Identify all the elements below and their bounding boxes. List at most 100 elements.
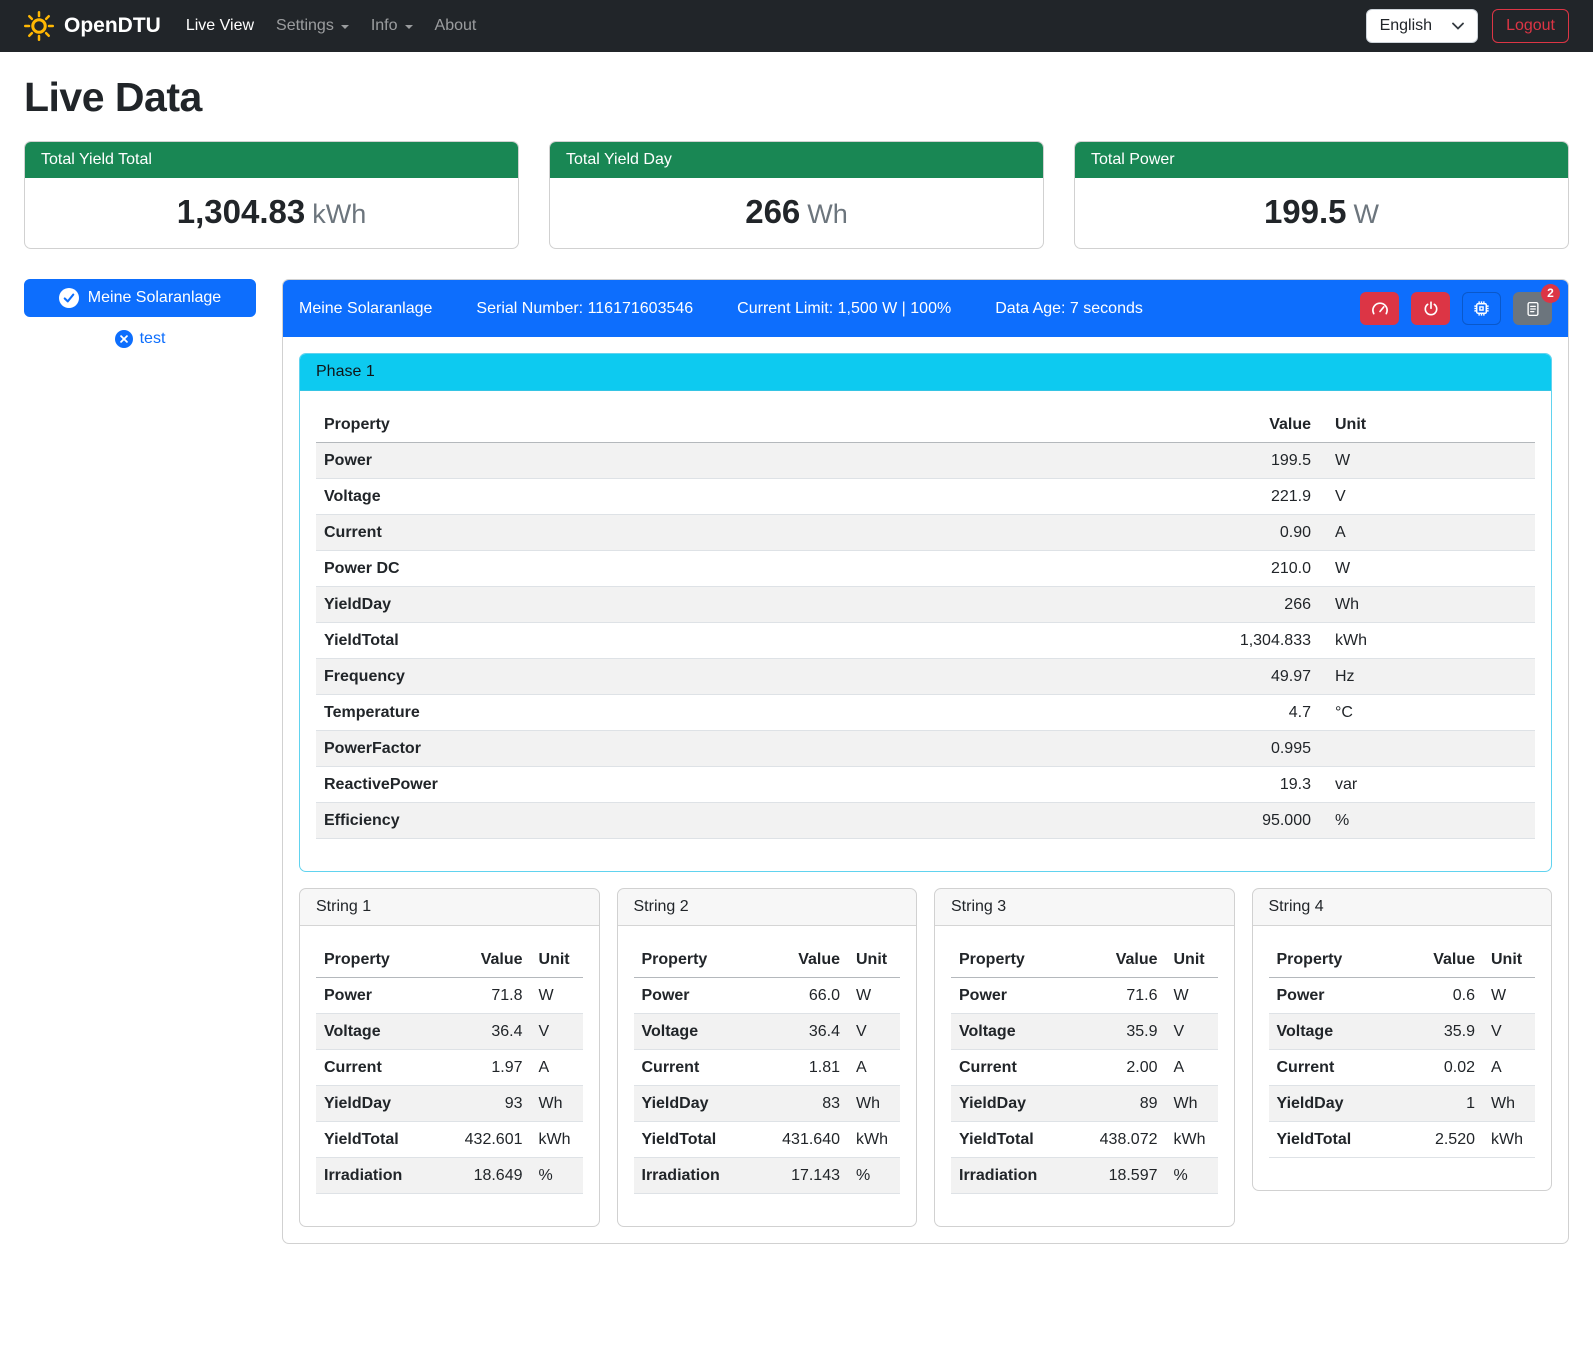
- row-property: Current: [951, 1050, 1071, 1086]
- row-property: Current: [1269, 1050, 1400, 1086]
- event-log-button[interactable]: 2: [1513, 292, 1552, 325]
- nav-item-label: Live View: [186, 17, 254, 35]
- row-property: Power DC: [316, 551, 916, 587]
- nav-item-live-view[interactable]: Live View: [175, 9, 265, 43]
- string-table-body: Power71.8WVoltage36.4VCurrent1.97AYieldD…: [316, 978, 583, 1194]
- row-value: 19.3: [916, 767, 1319, 803]
- row-property: Temperature: [316, 695, 916, 731]
- inverter-name: Meine Solaranlage: [299, 300, 432, 318]
- nav-item-label: Info: [371, 17, 398, 35]
- row-value: 18.649: [436, 1158, 530, 1194]
- row-property: YieldTotal: [1269, 1122, 1400, 1158]
- row-unit: W: [1319, 551, 1535, 587]
- string-card-title: String 4: [1253, 889, 1552, 926]
- column-header-property: Property: [316, 407, 916, 443]
- row-unit: W: [1483, 978, 1535, 1014]
- row-unit: °C: [1319, 695, 1535, 731]
- row-value: 199.5: [916, 443, 1319, 479]
- table-row: Power71.8W: [316, 978, 583, 1014]
- phase-table-body: Power199.5WVoltage221.9VCurrent0.90APowe…: [316, 443, 1535, 839]
- table-row: Current0.02A: [1269, 1050, 1536, 1086]
- row-unit: W: [1166, 978, 1218, 1014]
- sidebar-item-label: test: [140, 330, 166, 348]
- table-row: YieldTotal1,304.833kWh: [316, 623, 1535, 659]
- row-unit: Wh: [531, 1086, 583, 1122]
- main-layout: Meine Solaranlage test Meine Solaranlage…: [24, 279, 1569, 1244]
- table-row: YieldDay83Wh: [634, 1086, 901, 1122]
- string-table-body: Power66.0WVoltage36.4VCurrent1.81AYieldD…: [634, 978, 901, 1194]
- row-property: YieldTotal: [634, 1122, 754, 1158]
- summary-card-total-power: Total Power 199.5W: [1074, 141, 1569, 249]
- language-select[interactable]: English: [1366, 9, 1478, 43]
- column-header-property: Property: [316, 942, 436, 978]
- row-property: Current: [316, 515, 916, 551]
- table-header-row: Property Value Unit: [951, 942, 1218, 978]
- row-unit: A: [848, 1050, 900, 1086]
- row-value: 83: [754, 1086, 848, 1122]
- inverter-card: Meine Solaranlage Serial Number: 1161716…: [282, 279, 1569, 1244]
- column-header-value: Value: [754, 942, 848, 978]
- table-header-row: Property Value Unit: [634, 942, 901, 978]
- sidebar-item-test[interactable]: test: [24, 330, 256, 348]
- logout-button[interactable]: Logout: [1492, 9, 1569, 43]
- table-row: YieldTotal438.072kWh: [951, 1122, 1218, 1158]
- phase-card: Phase 1 Property Value Unit Power199.5WV…: [299, 353, 1552, 872]
- row-unit: var: [1319, 767, 1535, 803]
- power-settings-button[interactable]: [1411, 292, 1450, 325]
- row-unit: Wh: [1319, 587, 1535, 623]
- summary-card-total-yield-total: Total Yield Total 1,304.83kWh: [24, 141, 519, 249]
- row-value: 0.6: [1399, 978, 1483, 1014]
- inverter-card-header: Meine Solaranlage Serial Number: 1161716…: [283, 280, 1568, 337]
- row-unit: Wh: [848, 1086, 900, 1122]
- inverter-select-button[interactable]: Meine Solaranlage: [24, 279, 256, 317]
- summary-card-body: 1,304.83kWh: [25, 178, 518, 248]
- sun-icon: [24, 11, 54, 41]
- navbar: OpenDTU Live View Settings Info About En…: [0, 0, 1593, 52]
- column-header-value: Value: [1071, 942, 1165, 978]
- column-header-property: Property: [634, 942, 754, 978]
- table-row: YieldDay266Wh: [316, 587, 1535, 623]
- row-property: Current: [316, 1050, 436, 1086]
- limit-settings-button[interactable]: [1360, 292, 1399, 325]
- live-data-page: Live Data Total Yield Total 1,304.83kWh …: [0, 52, 1593, 1270]
- nav-item-about[interactable]: About: [424, 9, 488, 43]
- string-table: Property Value Unit Power0.6WVoltage35.9…: [1269, 942, 1536, 1158]
- row-property: ReactivePower: [316, 767, 916, 803]
- table-row: Voltage35.9V: [951, 1014, 1218, 1050]
- table-row: Power66.0W: [634, 978, 901, 1014]
- table-row: Irradiation18.649%: [316, 1158, 583, 1194]
- row-value: 431.640: [754, 1122, 848, 1158]
- string-card: String 1 Property Value Unit Power71.8WV…: [299, 888, 600, 1227]
- chevron-down-icon: [405, 25, 413, 29]
- nav-item-info[interactable]: Info: [360, 9, 424, 43]
- table-row: YieldDay1Wh: [1269, 1086, 1536, 1122]
- power-icon: [1422, 300, 1440, 318]
- row-value: 438.072: [1071, 1122, 1165, 1158]
- row-property: YieldDay: [316, 587, 916, 623]
- row-property: Voltage: [316, 1014, 436, 1050]
- row-value: 18.597: [1071, 1158, 1165, 1194]
- column-header-unit: Unit: [531, 942, 583, 978]
- row-property: Voltage: [1269, 1014, 1400, 1050]
- row-value: 89: [1071, 1086, 1165, 1122]
- journal-icon: [1524, 300, 1542, 318]
- device-info-button[interactable]: [1462, 292, 1501, 325]
- summary-card-title: Total Yield Total: [25, 142, 518, 178]
- brand[interactable]: OpenDTU: [24, 11, 161, 41]
- row-unit: %: [1319, 803, 1535, 839]
- row-unit: V: [531, 1014, 583, 1050]
- table-row: Power DC210.0W: [316, 551, 1535, 587]
- table-row: Voltage36.4V: [316, 1014, 583, 1050]
- nav-item-settings[interactable]: Settings: [265, 9, 360, 43]
- row-property: YieldDay: [951, 1086, 1071, 1122]
- row-property: YieldDay: [316, 1086, 436, 1122]
- row-property: YieldTotal: [951, 1122, 1071, 1158]
- row-value: 95.000: [916, 803, 1319, 839]
- page-title: Live Data: [24, 74, 1569, 121]
- summary-unit: Wh: [807, 199, 848, 229]
- row-property: YieldDay: [634, 1086, 754, 1122]
- row-property: Efficiency: [316, 803, 916, 839]
- table-row: YieldTotal431.640kWh: [634, 1122, 901, 1158]
- nav-item-label: About: [435, 17, 477, 35]
- row-value: 221.9: [916, 479, 1319, 515]
